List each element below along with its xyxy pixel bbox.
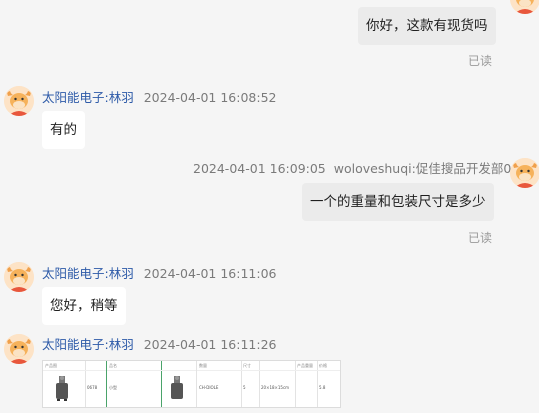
sender-avatar[interactable] [4,262,34,292]
product-photo-icon [171,376,183,399]
timestamp: 2024-04-01 16:11:26 [143,337,277,352]
table-header: 尺寸 [241,361,259,371]
table-column: 数量 CH-DIOLE [197,361,242,407]
timestamp: 2024-04-01 16:08:52 [143,90,277,105]
table-column [161,361,197,407]
message-meta: 太阳能电子:林羽 2024-04-01 16:11:26 [42,334,276,353]
table-header: 产品图 [43,361,85,371]
product-photo-icon [56,376,68,401]
sender-name[interactable]: 太阳能电子:林羽 [42,90,134,105]
table-header: 产品重量 [295,361,317,371]
table-header: 品名 [107,361,161,371]
ox-avatar-icon [510,158,539,188]
ox-avatar-icon [4,334,34,364]
table-column: 产品重量 [295,361,318,407]
table-cell: 小型 [109,385,117,390]
ox-avatar-icon [510,0,539,14]
table-cell: 0678 [87,385,98,390]
message-meta: 2024-04-01 16:09:05 woloveshuqi:促佳搜品开发部06… [193,158,527,177]
table-cell: 20×18×15cm [261,385,290,390]
image-attachment[interactable]: 产品图 0678 品名 小型 数量 CH-DIOLE 尺寸 5 20×18×15… [42,360,341,408]
table-header: 价格 [317,361,340,371]
message-bubble[interactable]: 有的 [42,111,85,149]
message-bubble[interactable]: 你好，这款有现货吗 [358,7,496,45]
table-cell: 5.8 [319,385,326,390]
sender-name: woloveshuqi:促佳搜品开发部063 [333,161,528,176]
sender-name[interactable]: 太阳能电子:林羽 [42,337,134,352]
my-avatar[interactable] [510,158,539,188]
table-header: 数量 [197,361,241,371]
sender-avatar[interactable] [4,334,34,364]
my-avatar[interactable] [510,0,539,14]
ox-avatar-icon [4,262,34,292]
table-column: 价格 5.8 [317,361,340,407]
read-status: 已读 [468,231,493,245]
table-column: 产品图 [43,361,86,407]
table-cell: 5 [243,385,246,390]
table-header [85,361,106,371]
table-header [161,361,196,371]
timestamp: 2024-04-01 16:11:06 [143,266,277,281]
table-column: 尺寸 5 [241,361,260,407]
table-column: 品名 小型 [106,361,162,407]
read-status: 已读 [468,54,493,68]
table-header [259,361,295,371]
table-cell: CH-DIOLE [199,385,219,390]
table-column: 0678 [85,361,107,407]
timestamp: 2024-04-01 16:09:05 [193,161,326,176]
sender-name[interactable]: 太阳能电子:林羽 [42,266,134,281]
message-meta: 太阳能电子:林羽 2024-04-01 16:08:52 [42,87,276,106]
message-meta: 太阳能电子:林羽 2024-04-01 16:11:06 [42,263,276,282]
ox-avatar-icon [4,86,34,116]
table-column: 20×18×15cm [259,361,296,407]
sender-avatar[interactable] [4,86,34,116]
message-bubble[interactable]: 一个的重量和包装尺寸是多少 [302,183,494,221]
message-bubble[interactable]: 您好，稍等 [42,287,126,325]
